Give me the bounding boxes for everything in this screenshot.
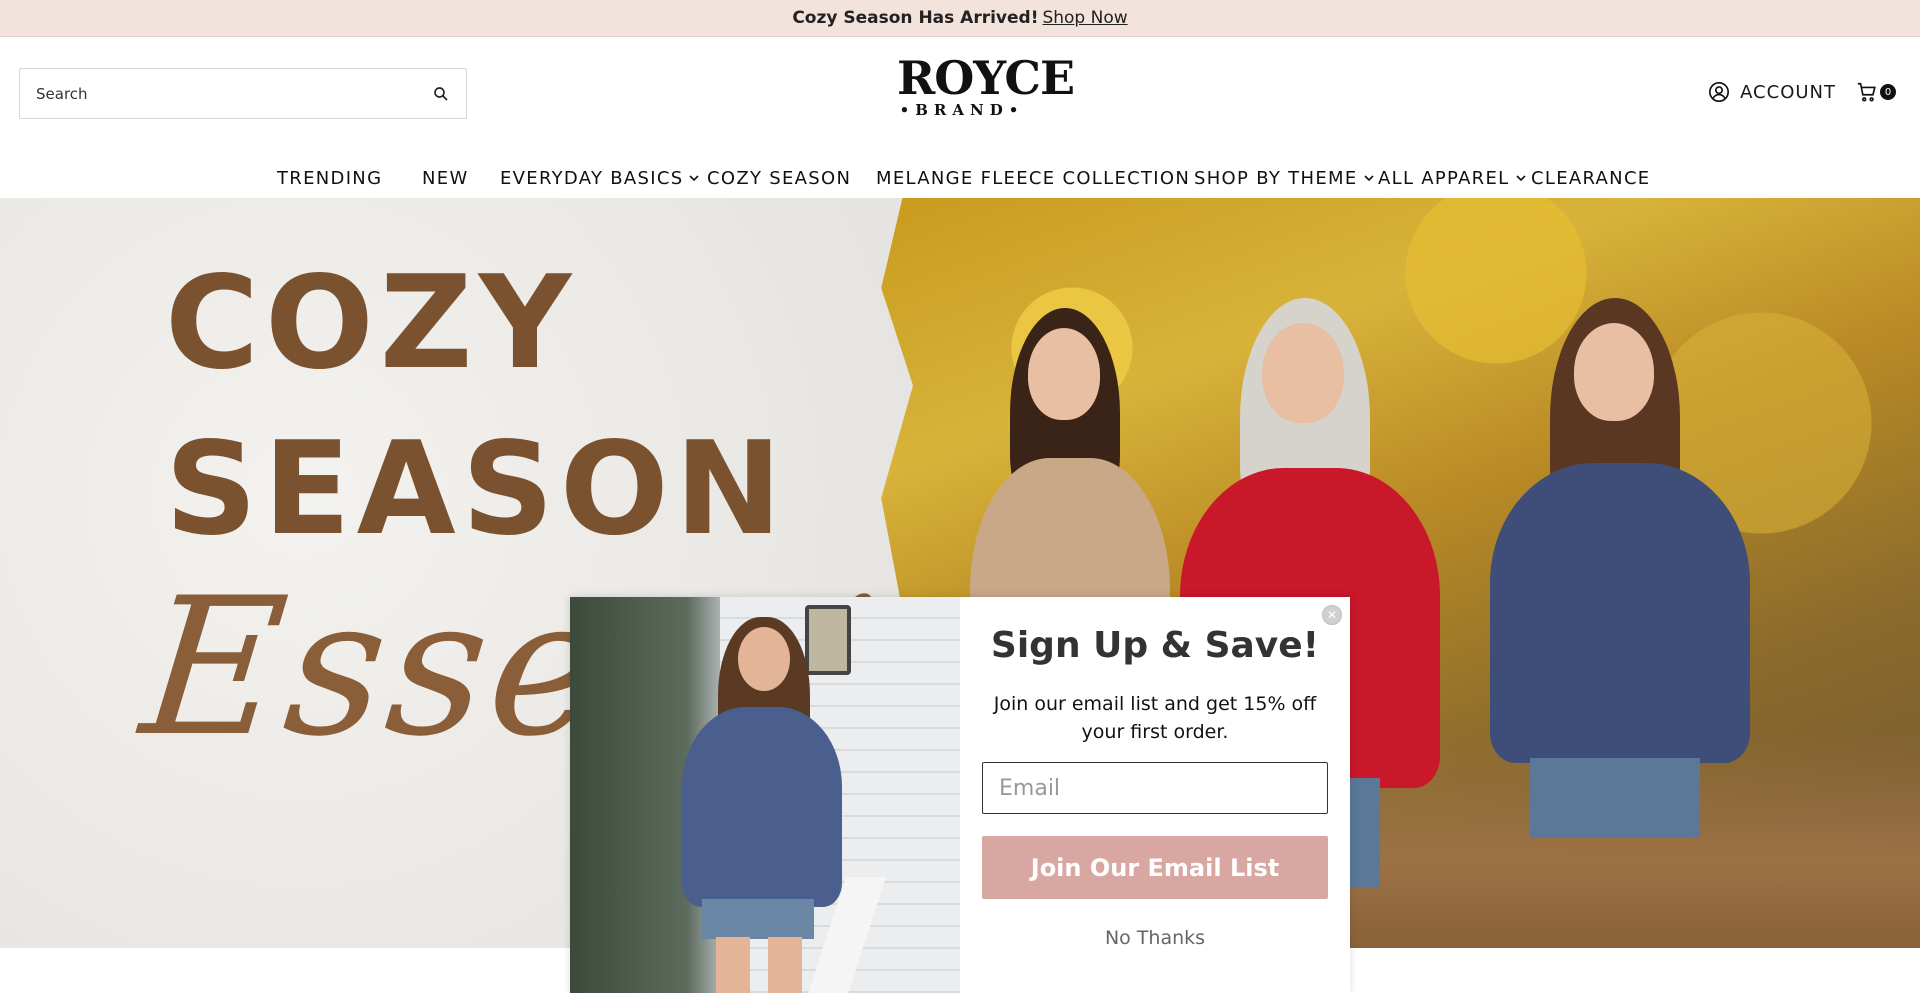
- nav-item-new[interactable]: NEW: [422, 158, 469, 198]
- chevron-down-icon: [1363, 175, 1374, 182]
- account-label: ACCOUNT: [1740, 81, 1836, 103]
- nav-label: MELANGE FLEECE COLLECTION: [876, 167, 1191, 189]
- chevron-down-icon: [689, 175, 700, 182]
- popup-model-photo: [570, 597, 960, 993]
- announcement-text: Cozy Season Has Arrived!: [792, 8, 1039, 28]
- join-email-list-button[interactable]: Join Our Email List: [982, 836, 1328, 899]
- nav-item-trending[interactable]: TRENDING: [277, 158, 382, 198]
- nav-label: EVERYDAY BASICS: [500, 167, 684, 189]
- blue-sweater: [682, 707, 842, 907]
- close-icon[interactable]: ✕: [1322, 605, 1342, 625]
- cart-button[interactable]: 0: [1856, 81, 1896, 103]
- main-nav: TRENDING NEW EVERYDAY BASICS COZY SEASON…: [0, 158, 1920, 198]
- nav-item-cozy-season[interactable]: COZY SEASON: [707, 158, 851, 198]
- nav-label: TRENDING: [277, 167, 383, 189]
- email-signup-popup: ✕ Sign Up & Save! Join our email list an…: [570, 597, 1350, 993]
- nav-item-everyday-basics[interactable]: EVERYDAY BASICS: [500, 158, 700, 198]
- search-box[interactable]: [19, 68, 467, 119]
- cart-count-badge: 0: [1880, 84, 1896, 100]
- hero-heading-cozy: COZY: [165, 249, 578, 398]
- nav-label: COZY SEASON: [707, 167, 852, 189]
- logo-subtext: •BRAND•: [899, 101, 1025, 119]
- hero-heading-season: SEASON: [165, 415, 788, 564]
- popup-form: ✕ Sign Up & Save! Join our email list an…: [960, 597, 1350, 993]
- nav-label: CLEARANCE: [1531, 167, 1651, 189]
- nav-label: ALL APPAREL: [1378, 167, 1510, 189]
- nav-label: SHOP BY THEME: [1194, 167, 1358, 189]
- wall-lantern: [805, 605, 851, 675]
- chevron-down-icon: [1515, 175, 1526, 182]
- nav-item-clearance[interactable]: CLEARANCE: [1531, 158, 1650, 198]
- announcement-bar: Cozy Season Has Arrived! Shop Now: [0, 0, 1920, 37]
- royce-brand-logo[interactable]: ROYCE •BRAND•: [897, 51, 1075, 125]
- site-header: ROYCE •BRAND• ACCOUNT 0 TRENDING NEW EVE…: [0, 37, 1920, 198]
- account-icon: [1709, 82, 1730, 102]
- account-link[interactable]: ACCOUNT: [1708, 81, 1836, 103]
- popup-title: Sign Up & Save!: [990, 625, 1320, 666]
- popup-description: Join our email list and get 15% off your…: [993, 693, 1317, 743]
- email-field[interactable]: [982, 762, 1328, 814]
- cart-icon: [1857, 82, 1876, 102]
- logo-wordmark: ROYCE: [897, 51, 1075, 105]
- shop-now-link[interactable]: Shop Now: [1042, 8, 1127, 28]
- nav-item-all-apparel[interactable]: ALL APPAREL: [1378, 158, 1526, 198]
- nav-item-shop-by-theme[interactable]: SHOP BY THEME: [1194, 158, 1374, 198]
- no-thanks-button[interactable]: No Thanks: [960, 927, 1350, 949]
- nav-item-melange-fleece[interactable]: MELANGE FLEECE COLLECTION: [876, 158, 1190, 198]
- nav-label: NEW: [422, 167, 469, 189]
- search-input[interactable]: [36, 84, 432, 103]
- search-icon[interactable]: [432, 85, 450, 103]
